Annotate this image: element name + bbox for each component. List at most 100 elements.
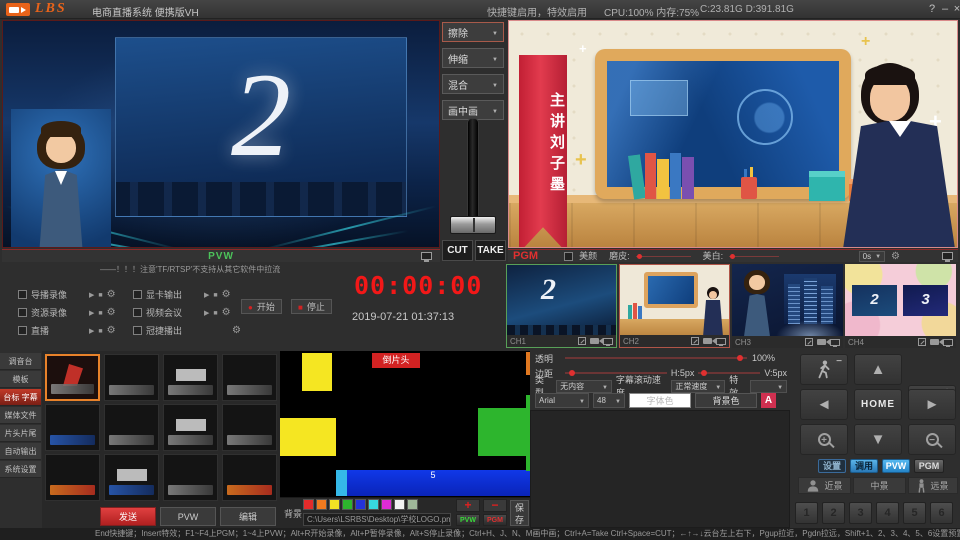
color-swatch[interactable] <box>303 499 314 510</box>
gear-icon[interactable] <box>232 325 241 336</box>
director-record-checkbox[interactable] <box>18 290 27 299</box>
template-send-button[interactable]: 发送 <box>100 507 156 526</box>
ptz-preset-3[interactable]: 3 <box>849 502 872 524</box>
slider-thumb[interactable] <box>737 355 743 361</box>
template-thumbnail[interactable] <box>45 354 100 401</box>
template-thumbnail[interactable] <box>222 454 277 501</box>
minimize-button[interactable]: – <box>939 2 951 16</box>
slider-thumb[interactable] <box>569 370 575 376</box>
conference-checkbox[interactable] <box>133 308 142 317</box>
color-swatch[interactable] <box>316 499 327 510</box>
ptz-preset-2[interactable]: 2 <box>822 502 845 524</box>
stop-icon[interactable] <box>98 289 102 299</box>
sidebar-item-template[interactable]: 模板 <box>0 371 41 388</box>
beauty-checkbox[interactable] <box>564 252 573 261</box>
template-thumbnail[interactable] <box>163 454 218 501</box>
swap-source-icon[interactable] <box>918 338 926 346</box>
gear-icon[interactable] <box>107 307 116 318</box>
ptz-tilt-down-button[interactable] <box>854 424 902 455</box>
color-swatch[interactable] <box>368 499 379 510</box>
gear-icon[interactable] <box>107 325 116 336</box>
ptz-speed-down-button[interactable] <box>800 354 848 385</box>
swap-source-icon[interactable] <box>691 337 699 345</box>
transition-mode-mix[interactable]: 混合 <box>442 74 504 94</box>
caption-list-area[interactable] <box>530 410 790 528</box>
template-thumbnail[interactable] <box>104 354 159 401</box>
bg-color-button[interactable]: 背景色 <box>695 393 757 408</box>
scroll-speed-dropdown[interactable]: 正常速度 <box>671 380 725 393</box>
camera-icon[interactable] <box>590 338 599 344</box>
ptz-pan-left-button[interactable] <box>800 389 848 420</box>
gpu-out-checkbox[interactable] <box>133 290 142 299</box>
take-button[interactable]: TAKE <box>475 240 506 261</box>
sidebar-item-logo-caption[interactable]: 台标 字幕 <box>0 389 41 406</box>
whiten-slider[interactable] <box>729 256 779 257</box>
pvw-monitor[interactable]: 2 <box>2 20 440 248</box>
send-to-pvw-button[interactable]: PVW <box>456 514 480 526</box>
smooth-slider[interactable] <box>636 256 691 257</box>
timer-start-button[interactable]: 开始 <box>241 299 282 314</box>
close-button[interactable]: × <box>951 2 960 16</box>
stop-icon[interactable] <box>213 289 217 299</box>
ptz-preset-1[interactable]: 1 <box>795 502 818 524</box>
ptz-tilt-up-button[interactable] <box>854 354 902 385</box>
cut-button[interactable]: CUT <box>442 240 473 261</box>
opacity-slider[interactable] <box>565 357 747 359</box>
add-button[interactable]: + <box>456 499 480 512</box>
stop-icon[interactable] <box>213 307 217 317</box>
stop-icon[interactable] <box>98 307 102 317</box>
gear-icon[interactable] <box>222 289 231 300</box>
play-icon[interactable] <box>89 289 94 299</box>
type-dropdown[interactable]: 无内容 <box>556 380 612 393</box>
ptz-zoom-out-button[interactable] <box>908 424 956 455</box>
camera-settings-icon[interactable] <box>891 250 900 263</box>
sidebar-item-auto-output[interactable]: 自动输出 <box>0 443 41 460</box>
canvas-green-block[interactable] <box>478 408 530 456</box>
sidebar-item-intro-outro[interactable]: 片头片尾 <box>0 425 41 442</box>
channel-2[interactable]: CH2 <box>619 264 730 348</box>
timer-stop-button[interactable]: 停止 <box>291 299 332 314</box>
preset-set-button[interactable]: 设置 <box>818 459 846 473</box>
gear-icon[interactable] <box>107 289 116 300</box>
template-thumbnail[interactable] <box>104 404 159 451</box>
logo-file-path[interactable]: C:\Users\LSRBS\Desktop\学校LOGO.png <box>303 513 451 526</box>
save-button[interactable]: 保存 <box>510 500 529 526</box>
color-swatch[interactable] <box>355 499 366 510</box>
broadcast-out-checkbox[interactable] <box>133 326 142 335</box>
ptz-pgm-button[interactable]: PGM <box>914 459 944 473</box>
template-thumbnail[interactable] <box>163 354 218 401</box>
swap-source-icon[interactable] <box>805 338 813 346</box>
ptz-pan-right-button[interactable] <box>908 389 956 420</box>
shot-mid-button[interactable]: 中景 <box>853 477 906 494</box>
color-swatch[interactable] <box>407 499 418 510</box>
canvas-yellow-block[interactable] <box>280 418 336 456</box>
channel-1[interactable]: 2 CH1 <box>506 264 617 348</box>
monitor-icon[interactable] <box>943 339 953 346</box>
ptz-zoom-in-button[interactable] <box>800 424 848 455</box>
ptz-home-button[interactable]: HOME <box>854 389 902 420</box>
play-icon[interactable] <box>204 289 209 299</box>
transition-mode-pip[interactable]: 画中画 <box>442 100 504 120</box>
font-color-button[interactable]: 字体色 <box>629 393 691 408</box>
camera-icon[interactable] <box>703 338 712 344</box>
swap-source-icon[interactable] <box>578 337 586 345</box>
color-swatch[interactable] <box>342 499 353 510</box>
caption-canvas[interactable]: 倒片头 5 <box>280 351 530 497</box>
play-icon[interactable] <box>204 307 209 317</box>
pvw-fullscreen-icon[interactable] <box>421 252 432 260</box>
help-button[interactable]: ? <box>926 2 938 16</box>
send-to-pgm-button[interactable]: PGM <box>483 514 507 526</box>
pgm-fullscreen-icon[interactable] <box>942 252 953 260</box>
transition-mode-stretch[interactable]: 伸缩 <box>442 48 504 68</box>
transition-mode-wipe[interactable]: 擦除 <box>442 22 504 42</box>
sidebar-item-media-files[interactable]: 媒体文件 <box>0 407 41 424</box>
color-swatch[interactable] <box>381 499 392 510</box>
effect-dropdown[interactable] <box>750 380 787 393</box>
canvas-yellow-block[interactable] <box>302 353 332 391</box>
shot-near-button[interactable]: 近景 <box>798 477 851 494</box>
ptz-pvw-button[interactable]: PVW <box>882 459 910 473</box>
template-thumbnail[interactable] <box>163 404 218 451</box>
sidebar-item-mixer[interactable]: 调音台 <box>0 353 41 370</box>
ptz-preset-5[interactable]: 5 <box>903 502 926 524</box>
stop-icon[interactable] <box>98 325 102 335</box>
